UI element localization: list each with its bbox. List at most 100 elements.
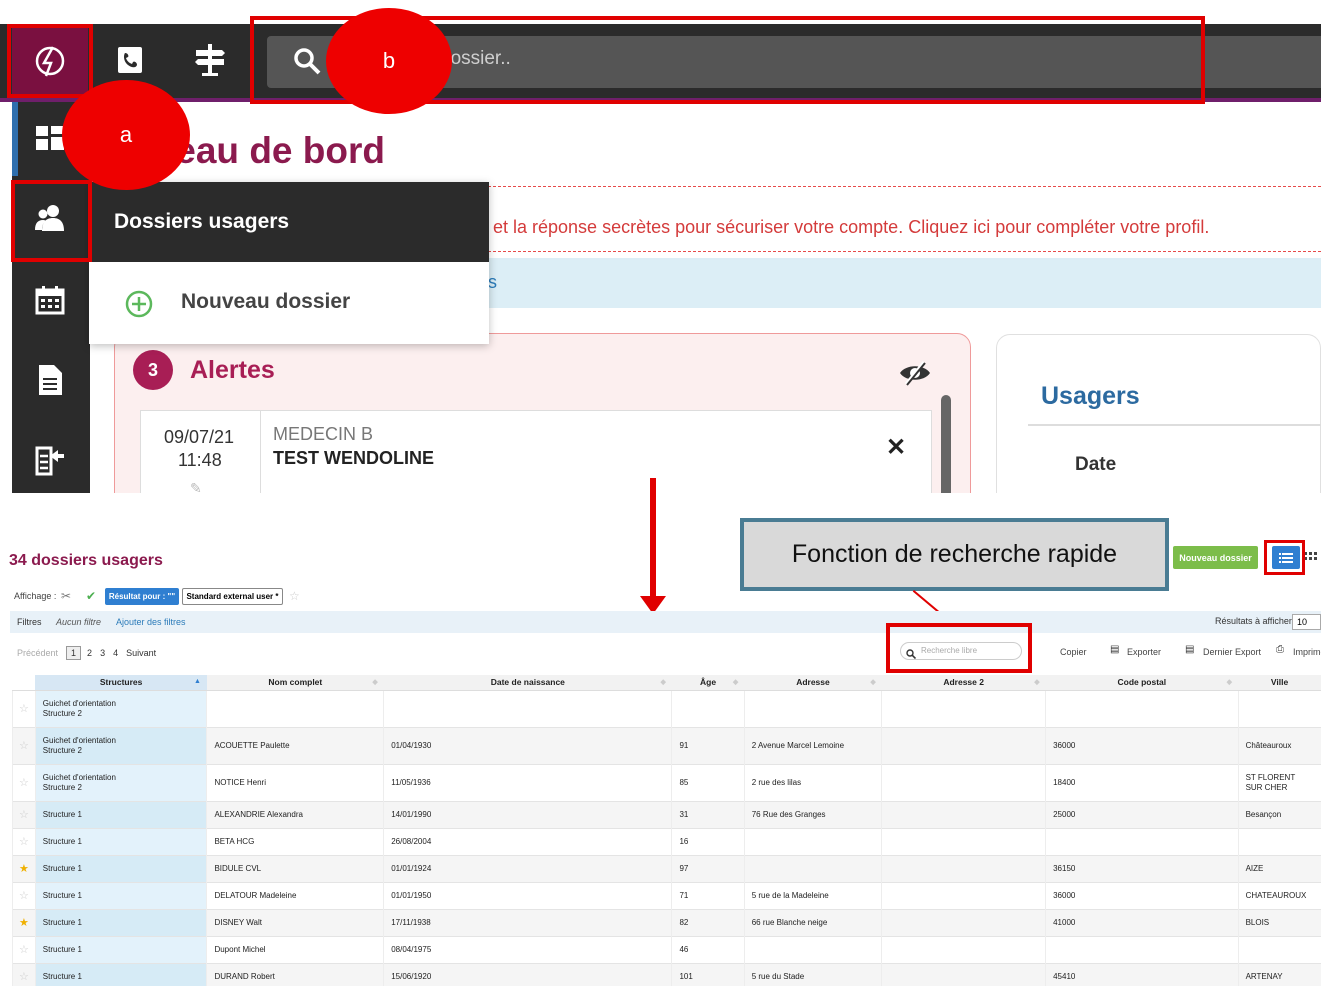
cell-address2 (881, 689, 1046, 727)
pagination-next[interactable]: Suivant (126, 648, 156, 658)
annotation-marker-b: b (326, 8, 452, 114)
favorite-star-icon[interactable]: ☆ (12, 689, 36, 727)
cell-city: Châteauroux (1237, 726, 1321, 764)
structure-line: Structure 1 (42, 863, 82, 873)
grid-view-button[interactable] (1304, 550, 1321, 565)
new-dossier-button[interactable]: Nouveau dossier (1173, 546, 1258, 569)
favorite-star-icon[interactable]: ☆ (12, 763, 36, 801)
table-row[interactable]: ★ Structure 1 DISNEY Walt 17/11/1938 82 66 ru… (12, 908, 1321, 936)
dashboard-zoom-panel: dossier.. leau de bord et la réponse sec… (0, 0, 1321, 493)
copy-button[interactable]: Copier (1060, 647, 1087, 657)
pagination-page[interactable]: 2 (87, 648, 92, 658)
export-document-icon[interactable] (30, 440, 70, 480)
cell-name: DISNEY Walt (206, 908, 384, 936)
pagination-page[interactable]: 4 (113, 648, 118, 658)
favorite-star-icon[interactable]: ★ (12, 854, 36, 882)
column-header-name[interactable]: Nom complet ◆ (206, 675, 384, 691)
column-header-address2[interactable]: Adresse 2 ◆ (881, 675, 1046, 691)
cell-age: 85 (671, 763, 745, 801)
table-row[interactable]: ☆ Guichet d'orientation Structure 2 NOTICE … (12, 763, 1321, 801)
pagination-page[interactable]: 3 (100, 648, 105, 658)
document-icon[interactable] (30, 360, 70, 400)
cell-structure: Structure 1 (34, 962, 207, 986)
plus-circle-icon[interactable] (125, 290, 153, 323)
result-filter-button[interactable]: Résultat pour : "" (105, 588, 179, 605)
new-dossier-menu-item[interactable]: Nouveau dossier (181, 290, 350, 314)
print-icon: ⎙ (1276, 644, 1284, 655)
cell-age: 91 (671, 726, 745, 764)
add-filters-link[interactable]: Ajouter des filtres (116, 617, 186, 627)
cell-dob: 26/08/2004 (383, 827, 672, 855)
export-button[interactable]: Exporter (1127, 647, 1161, 657)
table-row[interactable]: ☆ Guichet d'orientation Structure 2 ACOUETT… (12, 726, 1321, 764)
cell-address: 2 Avenue Marcel Lemoine (743, 726, 882, 764)
usagers-column-date[interactable]: Date (1075, 454, 1116, 476)
annotation-box-list-view (1264, 540, 1305, 575)
favorite-star-icon[interactable]: ☆ (12, 935, 36, 963)
cell-name: BETA HCG (206, 827, 384, 855)
table-row[interactable]: ★ Structure 1 BIDULE CVL 01/01/1924 97 36150 A… (12, 854, 1321, 882)
favorite-star-icon[interactable]: ☆ (12, 881, 36, 909)
favorite-star-icon[interactable]: ★ (12, 908, 36, 936)
table-row[interactable]: ☆ Structure 1 BETA HCG 26/08/2004 16 (12, 827, 1321, 855)
profile-warning-text[interactable]: et la réponse secrètes pour sécuriser vo… (493, 217, 1209, 238)
list-title: 34 dossiers usagers (9, 552, 163, 569)
cell-structure: Structure 1 (34, 881, 207, 909)
check-icon[interactable]: ✔ (86, 589, 96, 603)
hide-alerts-icon[interactable] (898, 360, 932, 391)
cell-zip: 36150 (1045, 854, 1239, 882)
cell-structure: Structure 1 (34, 908, 207, 936)
cell-structure: Guichet d'orientation Structure 2 (34, 726, 207, 764)
table-body: ☆ Guichet d'orientation Structure 2 ☆ Guiche… (12, 689, 1321, 986)
phone-book-icon[interactable] (108, 36, 152, 84)
print-button[interactable]: Imprimer (1293, 647, 1321, 657)
cell-name: NOTICE Henri (206, 763, 384, 801)
cell-city: BLOIS (1237, 908, 1321, 936)
tools-icon[interactable]: ✂ (61, 589, 71, 603)
close-icon[interactable]: ✕ (886, 433, 906, 462)
results-per-page-input[interactable]: 10 (1292, 614, 1321, 630)
column-header-structures[interactable]: Structures ▲ (35, 675, 207, 691)
cell-city (1237, 827, 1321, 855)
column-header-age[interactable]: Âge ◆ (671, 675, 745, 691)
table-row[interactable]: ☆ Guichet d'orientation Structure 2 (12, 689, 1321, 727)
alert-patient-name: TEST WENDOLINE (273, 448, 434, 468)
pagination-prev[interactable]: Précédent (17, 648, 58, 658)
structure-line: Structure 1 (42, 971, 82, 981)
alerts-count-badge: 3 (133, 350, 173, 390)
favorite-star-icon[interactable]: ☆ (12, 800, 36, 828)
cell-address: 2 rue des lilas (743, 763, 882, 801)
calendar-icon[interactable] (30, 280, 70, 320)
table-row[interactable]: ☆ Structure 1 DURAND Robert 15/06/1920 101 5 … (12, 962, 1321, 986)
cell-city: AIZE (1237, 854, 1321, 882)
column-header-dob[interactable]: Date de naissance ◆ (383, 675, 672, 691)
column-header-favorite (12, 675, 36, 691)
export-icon: ▤ (1110, 644, 1120, 655)
usagers-card (996, 334, 1321, 493)
column-header-zip[interactable]: Code postal ◆ (1045, 675, 1239, 691)
cell-structure: Structure 1 (34, 854, 207, 882)
table-row[interactable]: ☆ Structure 1 Dupont Michel 08/04/1975 46 (12, 935, 1321, 963)
table-row[interactable]: ☆ Structure 1 ALEXANDRIE Alexandra 14/01/19… (12, 800, 1321, 828)
alerts-scrollbar[interactable] (941, 395, 951, 493)
signpost-icon[interactable] (188, 36, 232, 84)
pagination-page[interactable]: 1 (66, 646, 82, 660)
alert-date: 09/07/21 (164, 427, 235, 447)
dropdown-header-label[interactable]: Dossiers usagers (114, 210, 289, 234)
favorite-star-icon[interactable]: ☆ (12, 962, 36, 986)
filters-label: Filtres (17, 617, 42, 627)
cell-structure: Structure 1 (34, 935, 207, 963)
view-profile-button[interactable]: Standard external user * (182, 588, 283, 605)
favorite-star-icon[interactable]: ☆ (12, 827, 36, 855)
last-export-button[interactable]: Dernier Export (1203, 647, 1261, 657)
results-per-page-label: Résultats à afficher (1215, 616, 1292, 626)
cell-address2 (881, 881, 1046, 909)
cell-zip: 18400 (1045, 763, 1239, 801)
alert-item[interactable] (140, 410, 932, 493)
table-row[interactable]: ☆ Structure 1 DELATOUR Madeleine 01/01/1950… (12, 881, 1321, 909)
column-header-address[interactable]: Adresse ◆ (744, 675, 882, 691)
favorite-view-star-icon[interactable]: ☆ (289, 589, 300, 603)
favorite-star-icon[interactable]: ☆ (12, 726, 36, 764)
column-header-city[interactable]: Ville (1238, 675, 1321, 691)
dossiers-table: Structures ▲ Nom complet ◆ Date de naissan… (12, 675, 1321, 986)
